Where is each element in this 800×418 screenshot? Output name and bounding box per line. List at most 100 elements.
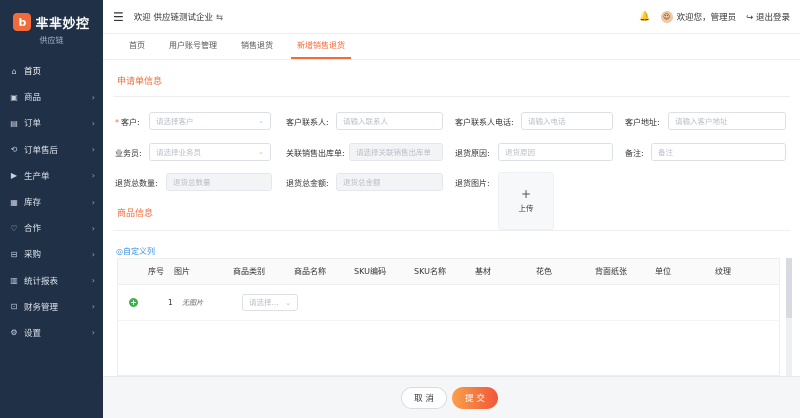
- sidebar-item-label: 库存: [24, 198, 42, 209]
- address-label: 客户地址:: [625, 118, 660, 127]
- column-header: 图片: [174, 267, 190, 276]
- sidebar-item-5[interactable]: ▦ 库存 ›: [0, 189, 103, 215]
- sidebar-item-label: 商品: [24, 93, 42, 104]
- outbound-label: 关联销售出库单:: [286, 149, 345, 158]
- reason-label: 退货原因:: [455, 149, 490, 158]
- phone-input[interactable]: 请输入电话: [521, 112, 613, 130]
- chevron-right-icon: ›: [91, 302, 95, 312]
- column-header: 单位: [655, 267, 671, 276]
- column-header: 序号: [148, 267, 164, 276]
- chevron-right-icon: ›: [91, 197, 95, 207]
- sidebar-item-1[interactable]: ▣ 商品 ›: [0, 84, 103, 110]
- order-icon: ▤: [10, 118, 18, 128]
- amount-input: 退货总金额: [336, 173, 443, 191]
- upload-button[interactable]: + 上传: [498, 172, 554, 230]
- contact-label: 客户联系人:: [286, 118, 329, 127]
- table-header: 序号 图片 商品类别 商品名称 SKU编码 SKU名称 基材 花色 背面纸张 单位 纹理: [118, 259, 779, 285]
- section-title-goods: 商品信息: [117, 209, 154, 219]
- salesman-select[interactable]: 请选择业务员 ⌄: [149, 143, 271, 161]
- bell-icon[interactable]: 🔔: [639, 12, 650, 22]
- report-icon: ▥: [10, 276, 18, 286]
- sidebar-item-2[interactable]: ▤ 订单 ›: [0, 110, 103, 136]
- inventory-icon: ▦: [10, 197, 18, 207]
- column-header: 背面纸张: [595, 267, 627, 276]
- remark-input[interactable]: 备注: [651, 143, 786, 161]
- section-divider: [113, 96, 790, 97]
- sidebar-item-label: 设置: [24, 328, 42, 339]
- column-header: 纹理: [715, 267, 731, 276]
- qty-label: 退货总数量:: [115, 179, 158, 188]
- top-header: ☰ 欢迎 供应链测试企业 ⇆ 🔔 ☺ 欢迎您，管理员 ↪ 退出登录: [103, 0, 800, 34]
- custom-columns-link[interactable]: ◎自定义列: [116, 246, 155, 257]
- sidebar-item-0[interactable]: ⌂ 首页: [0, 58, 103, 84]
- logo[interactable]: b 芈芈妙控 供应链: [0, 0, 103, 58]
- logout-icon: ↪: [746, 12, 754, 23]
- submit-button[interactable]: 提 交: [452, 387, 498, 409]
- logo-subtitle: 供应链: [39, 35, 64, 45]
- logout-label: 退出登录: [755, 12, 790, 23]
- sidebar-item-10[interactable]: ⚙ 设置 ›: [0, 320, 103, 346]
- sidebar-item-9[interactable]: ⊡ 财务管理 ›: [0, 294, 103, 320]
- sidebar-item-label: 统计报表: [24, 276, 59, 287]
- tab-0[interactable]: 首页: [117, 33, 157, 59]
- swap-icon[interactable]: ⇆: [216, 13, 223, 23]
- sidebar-item-label: 合作: [24, 224, 42, 235]
- goods-icon: ▣: [10, 92, 18, 102]
- goods-table: 序号 图片 商品类别 商品名称 SKU编码 SKU名称 基材 花色 背面纸张 单位 纹理 + 1 无…: [117, 258, 780, 376]
- customer-label: * 客户:: [115, 118, 140, 127]
- add-row-icon[interactable]: +: [129, 298, 138, 307]
- chevron-down-icon: ⌄: [285, 298, 291, 307]
- category-select[interactable]: 请选择... ⌄: [242, 294, 298, 311]
- chevron-right-icon: ›: [91, 145, 95, 155]
- menu-toggle-icon[interactable]: ☰: [113, 10, 124, 24]
- sidebar-item-8[interactable]: ▥ 统计报表 ›: [0, 268, 103, 294]
- reason-input[interactable]: 退货原因: [498, 143, 613, 161]
- form-footer: 取 消 提 交: [103, 376, 800, 418]
- sidebar-item-label: 采购: [24, 250, 42, 261]
- tab-2[interactable]: 销售退货: [229, 33, 285, 59]
- sidebar-item-label: 首页: [24, 67, 42, 78]
- sidebar-item-7[interactable]: ⊟ 采购 ›: [0, 241, 103, 267]
- sidebar-item-3[interactable]: ⟲ 订单售后 ›: [0, 137, 103, 163]
- finance-icon: ⊡: [10, 302, 18, 312]
- chevron-right-icon: ›: [91, 223, 95, 233]
- image-label: 退货图片:: [455, 179, 490, 188]
- scrollbar-thumb[interactable]: [786, 258, 792, 318]
- sidebar-nav: ⌂ 首页 ▣ 商品 › ▤ 订单 › ⟲ 订单售后 › ▶ 生产单 › ▦ 库存 › ♡ 合作 › ⊟ 采购 › ▥ 统计报表 ›…: [0, 58, 103, 346]
- phone-label: 客户联系人电话:: [455, 118, 514, 127]
- main-content: 申请单信息 * 客户: 请选择客户 ⌄ 客户联系人: 请输入联系人 客户联系人电话:…: [103, 60, 800, 376]
- home-icon: ⌂: [11, 66, 17, 76]
- after-sale-icon: ⟲: [10, 145, 18, 155]
- avatar: ☺: [660, 10, 673, 23]
- cancel-button[interactable]: 取 消: [401, 387, 447, 409]
- user-menu[interactable]: ☺ 欢迎您，管理员: [660, 10, 736, 23]
- chevron-down-icon: ⌄: [258, 117, 264, 125]
- chevron-right-icon: ›: [91, 276, 95, 286]
- outbound-select[interactable]: 请选择关联销售出库单: [349, 143, 443, 161]
- chevron-right-icon: ›: [91, 118, 95, 128]
- qty-input: 退货总数量: [166, 173, 272, 191]
- sidebar-item-label: 财务管理: [24, 302, 59, 313]
- sidebar-item-4[interactable]: ▶ 生产单 ›: [0, 163, 103, 189]
- production-icon: ▶: [10, 171, 18, 181]
- logo-text: 芈芈妙控: [35, 16, 90, 32]
- salesman-label: 业务员:: [115, 149, 142, 158]
- sidebar-item-6[interactable]: ♡ 合作 ›: [0, 215, 103, 241]
- sidebar-item-label: 订单: [24, 119, 42, 130]
- section-divider: [113, 230, 790, 231]
- chevron-right-icon: ›: [91, 92, 95, 102]
- chevron-down-icon: ⌄: [258, 148, 264, 156]
- sidebar-item-label: 订单售后: [24, 145, 59, 156]
- sidebar: b 芈芈妙控 供应链 ⌂ 首页 ▣ 商品 › ▤ 订单 › ⟲ 订单售后 › ▶ 生产单 › ▦ 库存 › ♡ 合作…: [0, 0, 103, 418]
- tab-3[interactable]: 新增销售退货: [285, 33, 357, 59]
- address-input[interactable]: 请输入客户地址: [668, 112, 786, 130]
- tab-1[interactable]: 用户账号管理: [157, 33, 229, 59]
- company-switcher[interactable]: 欢迎 供应链测试企业 ⇆: [134, 11, 223, 23]
- row-index: 1: [168, 298, 173, 307]
- vertical-scrollbar[interactable]: [786, 258, 792, 376]
- table-row: + 1 无图片 请选择... ⌄: [118, 285, 779, 321]
- customer-select[interactable]: 请选择客户 ⌄: [149, 112, 271, 130]
- purchase-icon: ⊟: [10, 249, 18, 259]
- contact-input[interactable]: 请输入联系人: [336, 112, 443, 130]
- logout-button[interactable]: ↪ 退出登录: [746, 11, 790, 23]
